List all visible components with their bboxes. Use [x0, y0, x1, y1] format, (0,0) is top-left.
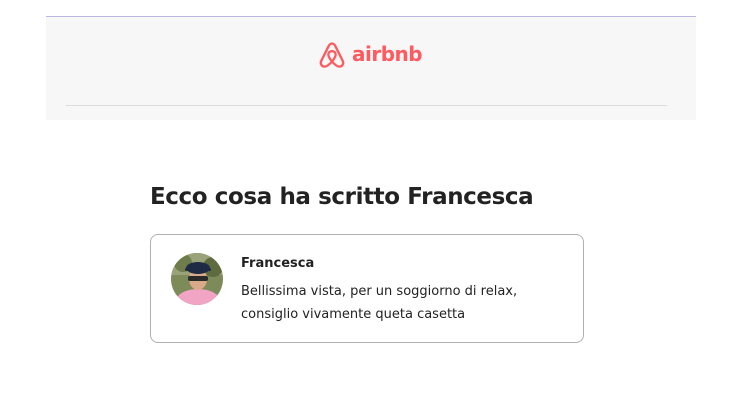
email-page: airbnb Ecco cosa ha scritto Francesca Fr… — [0, 0, 736, 407]
header-divider — [66, 105, 667, 106]
avatar — [171, 253, 223, 305]
review-card: Francesca Bellissima vista, per un soggi… — [150, 234, 584, 343]
review-text: Bellissima vista, per un soggiorno di re… — [241, 284, 518, 322]
airbnb-logo[interactable]: airbnb — [316, 39, 423, 71]
email-header: airbnb — [46, 16, 696, 120]
airbnb-belo-icon — [316, 39, 348, 71]
reviewer-name: Francesca — [241, 256, 315, 271]
page-title: Ecco cosa ha scritto Francesca — [150, 184, 534, 210]
brand-wordmark: airbnb — [352, 41, 423, 66]
